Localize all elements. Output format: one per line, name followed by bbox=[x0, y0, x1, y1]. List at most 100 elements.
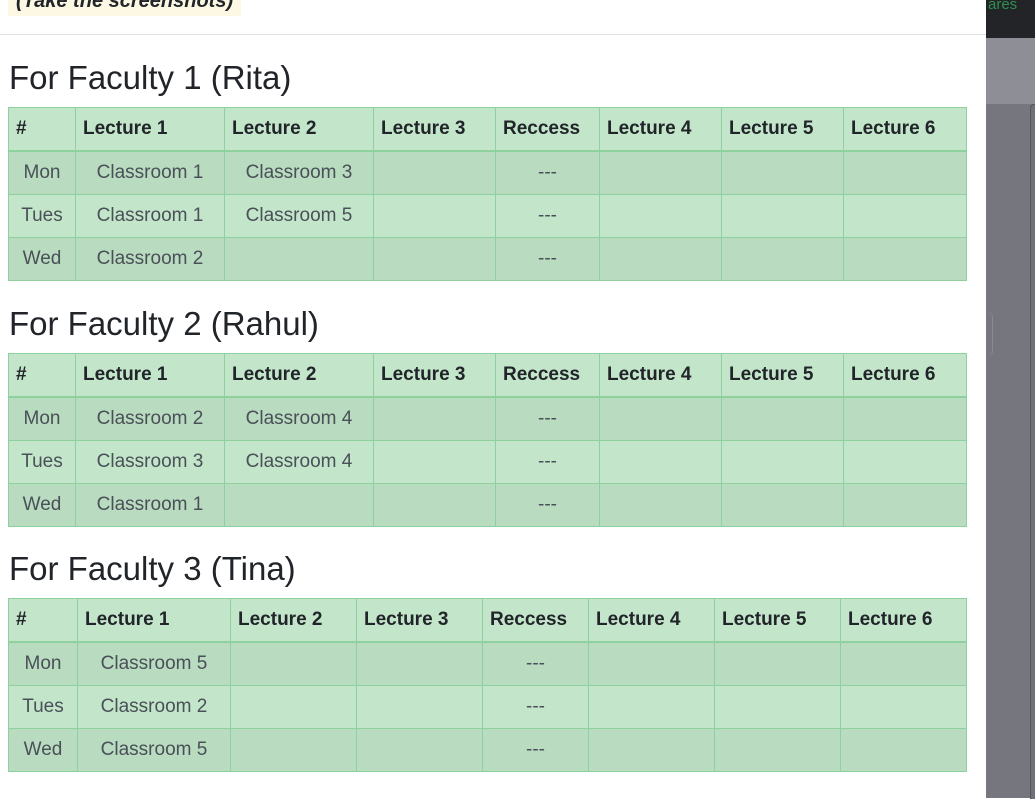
lecture-2-cell: Classroom 4 bbox=[224, 440, 374, 484]
col-header-lecture-6: Lecture 6 bbox=[843, 353, 967, 398]
day-cell: Tues bbox=[8, 440, 76, 484]
recess-cell: --- bbox=[495, 440, 600, 484]
lecture-3-cell bbox=[373, 483, 496, 527]
recess-cell: --- bbox=[495, 483, 600, 527]
lecture-4-cell bbox=[599, 483, 722, 527]
lecture-5-cell bbox=[721, 150, 844, 195]
background-element-edge bbox=[986, 312, 993, 356]
recess-cell: --- bbox=[495, 194, 600, 238]
lecture-2-cell: Classroom 4 bbox=[224, 396, 374, 441]
table-header-row: # Lecture 1 Lecture 2 Lecture 3 Reccess … bbox=[8, 598, 967, 643]
lecture-4-cell bbox=[588, 685, 715, 729]
lecture-5-cell bbox=[714, 685, 841, 729]
lecture-4-cell bbox=[599, 396, 722, 441]
background-header-band bbox=[986, 38, 1035, 104]
lecture-1-cell: Classroom 5 bbox=[77, 641, 231, 686]
modal-header: (Take the screenshots) bbox=[0, 0, 986, 35]
lecture-6-cell bbox=[843, 194, 967, 238]
screenshot-note: (Take the screenshots) bbox=[8, 0, 242, 16]
day-cell: Mon bbox=[8, 641, 78, 686]
table-header-row: # Lecture 1 Lecture 2 Lecture 3 Reccess … bbox=[8, 353, 967, 398]
col-header-lecture-3: Lecture 3 bbox=[356, 598, 483, 643]
table-row: Mon Classroom 5 --- bbox=[8, 641, 967, 686]
lecture-6-cell bbox=[843, 440, 967, 484]
lecture-2-cell bbox=[230, 728, 357, 772]
lecture-1-cell: Classroom 3 bbox=[75, 440, 225, 484]
table-row: Tues Classroom 1 Classroom 5 --- bbox=[8, 194, 967, 238]
col-header-lecture-3: Lecture 3 bbox=[373, 107, 496, 152]
lecture-2-cell bbox=[230, 641, 357, 686]
lecture-1-cell: Classroom 2 bbox=[77, 685, 231, 729]
lecture-2-cell: Classroom 3 bbox=[224, 150, 374, 195]
lecture-1-cell: Classroom 5 bbox=[77, 728, 231, 772]
col-header-lecture-5: Lecture 5 bbox=[721, 353, 844, 398]
lecture-6-cell bbox=[840, 728, 967, 772]
lecture-6-cell bbox=[840, 685, 967, 729]
faculty-3-title: For Faculty 3 (Tina) bbox=[9, 550, 296, 587]
recess-cell: --- bbox=[495, 396, 600, 441]
col-header-recess: Reccess bbox=[495, 353, 600, 398]
lecture-2-cell bbox=[224, 483, 374, 527]
background-navbar: ares bbox=[986, 0, 1035, 38]
lecture-1-cell: Classroom 2 bbox=[75, 396, 225, 441]
lecture-1-cell: Classroom 1 bbox=[75, 483, 225, 527]
lecture-4-cell bbox=[588, 641, 715, 686]
lecture-1-cell: Classroom 2 bbox=[75, 237, 225, 281]
lecture-3-cell bbox=[373, 396, 496, 441]
modal-backdrop[interactable]: ares bbox=[986, 0, 1035, 799]
lecture-5-cell bbox=[714, 728, 841, 772]
table-row: Mon Classroom 1 Classroom 3 --- bbox=[8, 150, 967, 195]
background-nav-text: ares bbox=[988, 0, 1018, 13]
recess-cell: --- bbox=[495, 237, 600, 281]
lecture-3-cell bbox=[373, 194, 496, 238]
recess-cell: --- bbox=[482, 728, 589, 772]
col-header-lecture-4: Lecture 4 bbox=[599, 353, 722, 398]
day-cell: Mon bbox=[8, 150, 76, 195]
lecture-1-cell: Classroom 1 bbox=[75, 194, 225, 238]
col-header-day: # bbox=[8, 107, 76, 152]
lecture-6-cell bbox=[843, 483, 967, 527]
faculty-2-title: For Faculty 2 (Rahul) bbox=[9, 305, 319, 342]
faculty-1-title: For Faculty 1 (Rita) bbox=[9, 59, 292, 96]
col-header-lecture-6: Lecture 6 bbox=[840, 598, 967, 643]
faculty-2-timetable: # Lecture 1 Lecture 2 Lecture 3 Reccess … bbox=[8, 353, 967, 527]
day-cell: Mon bbox=[8, 396, 76, 441]
lecture-1-cell: Classroom 1 bbox=[75, 150, 225, 195]
lecture-2-cell bbox=[224, 237, 374, 281]
lecture-4-cell bbox=[599, 237, 722, 281]
table-row: Wed Classroom 1 --- bbox=[8, 483, 967, 527]
faculty-3-timetable: # Lecture 1 Lecture 2 Lecture 3 Reccess … bbox=[8, 598, 967, 772]
lecture-2-cell: Classroom 5 bbox=[224, 194, 374, 238]
col-header-lecture-4: Lecture 4 bbox=[588, 598, 715, 643]
day-cell: Wed bbox=[8, 728, 78, 772]
lecture-4-cell bbox=[588, 728, 715, 772]
col-header-day: # bbox=[8, 353, 76, 398]
col-header-lecture-6: Lecture 6 bbox=[843, 107, 967, 152]
day-cell: Tues bbox=[8, 194, 76, 238]
col-header-lecture-2: Lecture 2 bbox=[224, 353, 374, 398]
faculty-1-timetable: # Lecture 1 Lecture 2 Lecture 3 Reccess … bbox=[8, 107, 967, 281]
lecture-6-cell bbox=[843, 237, 967, 281]
col-header-lecture-3: Lecture 3 bbox=[373, 353, 496, 398]
col-header-recess: Reccess bbox=[495, 107, 600, 152]
day-cell: Wed bbox=[8, 237, 76, 281]
timetable-modal: (Take the screenshots) For Faculty 1 (Ri… bbox=[0, 0, 986, 798]
lecture-5-cell bbox=[714, 641, 841, 686]
lecture-5-cell bbox=[721, 440, 844, 484]
recess-cell: --- bbox=[482, 685, 589, 729]
table-header-row: # Lecture 1 Lecture 2 Lecture 3 Reccess … bbox=[8, 107, 967, 152]
table-row: Wed Classroom 5 --- bbox=[8, 728, 967, 772]
col-header-lecture-1: Lecture 1 bbox=[77, 598, 231, 643]
col-header-lecture-5: Lecture 5 bbox=[721, 107, 844, 152]
lecture-4-cell bbox=[599, 440, 722, 484]
lecture-5-cell bbox=[721, 194, 844, 238]
table-row: Tues Classroom 2 --- bbox=[8, 685, 967, 729]
lecture-5-cell bbox=[721, 237, 844, 281]
lecture-6-cell bbox=[843, 150, 967, 195]
lecture-5-cell bbox=[721, 396, 844, 441]
lecture-3-cell bbox=[356, 641, 483, 686]
lecture-6-cell bbox=[840, 641, 967, 686]
lecture-3-cell bbox=[373, 150, 496, 195]
lecture-3-cell bbox=[356, 728, 483, 772]
lecture-3-cell bbox=[373, 440, 496, 484]
